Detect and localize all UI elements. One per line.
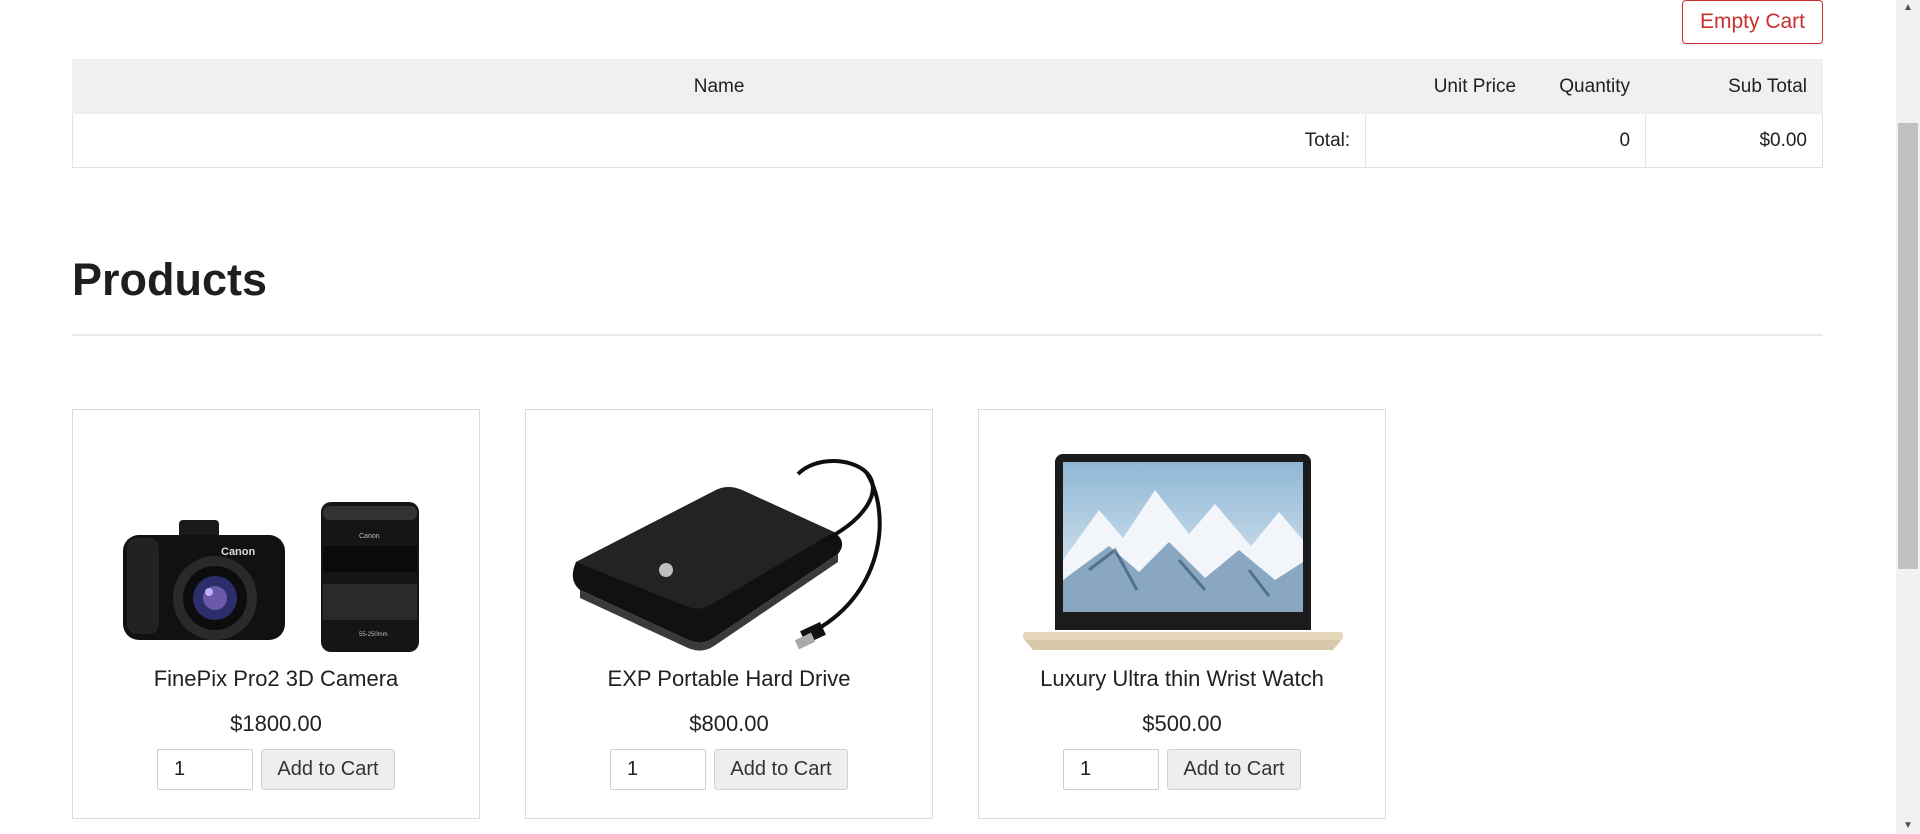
add-to-cart-button[interactable]: Add to Cart [261, 749, 395, 790]
add-to-cart-button[interactable]: Add to Cart [1167, 749, 1301, 790]
product-name: EXP Portable Hard Drive [607, 666, 851, 691]
total-amount: $0.00 [1645, 113, 1823, 168]
cart-total-row: Total: 0 $0.00 [71, 113, 1823, 168]
product-card: Canon Canon 55-250mm FinePix Pro2 3D Cam… [72, 409, 480, 819]
scrollbar-thumb[interactable] [1898, 123, 1918, 569]
product-price: $500.00 [1142, 711, 1222, 736]
header-name: Name [71, 59, 1367, 114]
product-card: EXP Portable Hard Drive $800.00 Add to C… [525, 409, 933, 819]
laptop-image [1023, 454, 1343, 650]
product-price: $800.00 [689, 711, 769, 736]
product-price: $1800.00 [230, 711, 322, 736]
header-unit-price: Unit Price [1365, 59, 1533, 114]
total-quantity: 0 [1365, 113, 1647, 168]
camera-image: Canon Canon 55-250mm [123, 502, 419, 652]
product-name: FinePix Pro2 3D Camera [153, 666, 399, 691]
product-card: Luxury Ultra thin Wrist Watch $500.00 Ad… [978, 409, 1386, 819]
total-label: Total: [71, 113, 1367, 168]
scroll-down-arrow-icon[interactable]: ▼ [1898, 818, 1918, 834]
quantity-input[interactable] [1063, 749, 1159, 790]
product-name: Luxury Ultra thin Wrist Watch [1040, 666, 1324, 691]
quantity-input[interactable] [157, 749, 253, 790]
section-divider [72, 334, 1823, 336]
quantity-input[interactable] [610, 749, 706, 790]
product-controls: Add to Cart [526, 749, 932, 790]
svg-text:55-250mm: 55-250mm [359, 632, 388, 638]
header-sub-total: Sub Total [1645, 59, 1823, 114]
cart-header-row: Name Unit Price Quantity Sub Total [71, 59, 1823, 114]
add-to-cart-button[interactable]: Add to Cart [714, 749, 848, 790]
svg-text:Canon: Canon [221, 546, 256, 558]
product-controls: Add to Cart [73, 749, 479, 790]
header-quantity: Quantity [1531, 59, 1647, 114]
products-heading: Products [72, 254, 268, 305]
empty-cart-button[interactable]: Empty Cart [1682, 0, 1823, 44]
svg-text:Canon: Canon [359, 533, 380, 540]
product-controls: Add to Cart [979, 749, 1385, 790]
scroll-up-arrow-icon[interactable]: ▲ [1898, 0, 1918, 16]
hard-drive-image [572, 459, 882, 651]
cart-table: Name Unit Price Quantity Sub Total Total… [71, 59, 1823, 168]
